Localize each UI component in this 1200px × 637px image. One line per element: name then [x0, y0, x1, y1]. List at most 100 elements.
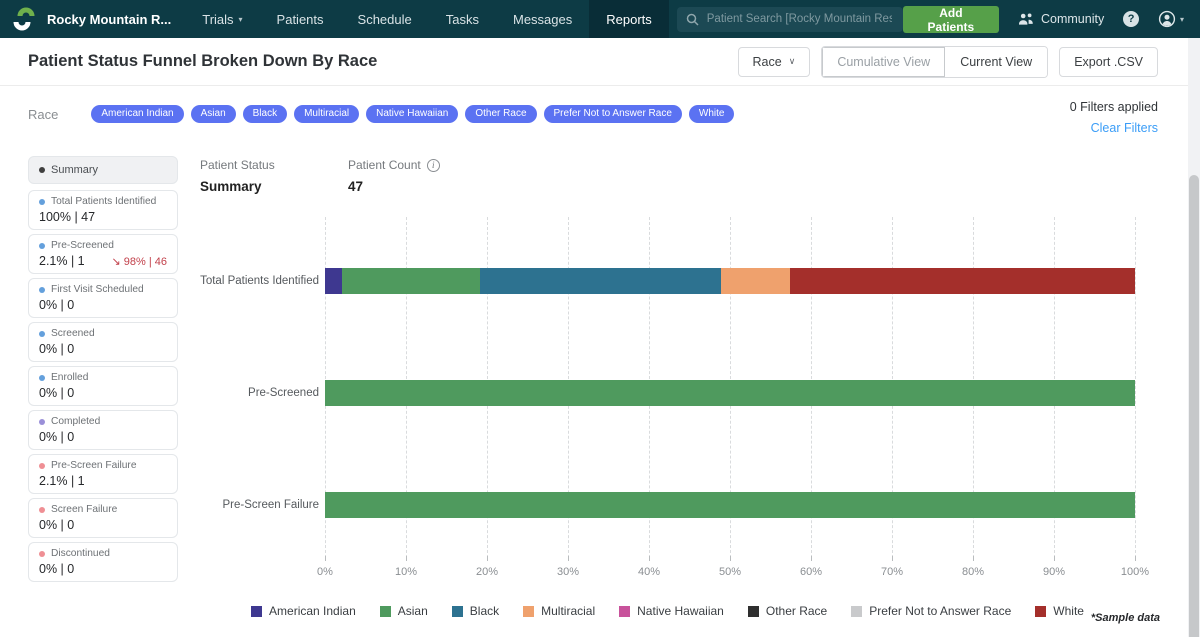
nav-item-label: Schedule — [357, 11, 412, 27]
legend-label: Native Hawaiian — [637, 604, 724, 618]
race-chip-black[interactable]: Black — [242, 105, 288, 123]
legend-swatch-icon — [379, 605, 391, 617]
legend-item-black: Black — [451, 604, 500, 618]
patient-count-value: 47 — [348, 179, 364, 194]
race-chip-prefer-not-to-answer-race[interactable]: Prefer Not to Answer Race — [543, 105, 682, 123]
nav-item-reports[interactable]: Reports — [589, 0, 669, 38]
info-icon[interactable]: i — [426, 158, 440, 172]
axis-tick — [568, 556, 569, 561]
x-tick-label: 50% — [718, 566, 742, 578]
category-label-pre-screened: Pre-Screened — [248, 386, 319, 399]
page-scrollbar[interactable] — [1188, 38, 1200, 637]
x-tick-label: 20% — [475, 566, 499, 578]
nav-item-label: Patients — [276, 11, 324, 27]
nav-item-label: Messages — [512, 11, 573, 27]
help-icon[interactable]: ? — [1123, 11, 1139, 27]
current-view-button[interactable]: Current View — [945, 46, 1048, 77]
bar-segment-black[interactable] — [479, 268, 722, 294]
race-chip-native-hawaiian[interactable]: Native Hawaiian — [366, 105, 459, 123]
bar-segment-asian[interactable] — [325, 492, 1135, 518]
axis-tick — [1054, 556, 1055, 561]
x-tick-label: 0% — [317, 566, 333, 578]
axis-tick — [973, 556, 974, 561]
patient-status-header: Patient Status Summary — [200, 158, 275, 194]
race-filter-row: Race American Indian Asian Black Multiracia… — [28, 105, 735, 123]
x-tick-label: 40% — [637, 566, 661, 578]
bar-segment-american-indian[interactable] — [325, 268, 342, 294]
sample-data-note: *Sample data — [1090, 612, 1160, 624]
nav-item-trials[interactable]: Trials ▾ — [185, 0, 259, 38]
bar-row-pre-screen-failure — [325, 492, 1135, 518]
patient-count-header: Patient Count i 47 — [348, 158, 440, 194]
legend-item-multiracial: Multiracial — [523, 604, 595, 618]
category-label-pre-screen-failure: Pre-Screen Failure — [222, 498, 319, 511]
navbar-right: Add Patients Community ? ▾ — [902, 5, 1200, 34]
race-filter-label: Race — [28, 106, 59, 122]
export-csv-button[interactable]: Export .CSV — [1059, 46, 1158, 77]
clear-filters-link[interactable]: Clear Filters — [1070, 121, 1158, 135]
legend-item-prefer-not-to-answer-race: Prefer Not to Answer Race — [851, 604, 1011, 618]
axis-tick — [487, 556, 488, 561]
race-chip-multiracial[interactable]: Multiracial — [294, 105, 360, 123]
user-menu[interactable]: ▾ — [1158, 10, 1184, 28]
legend-item-native-hawaiian: Native Hawaiian — [619, 604, 724, 618]
legend-swatch-icon — [747, 605, 759, 617]
view-toggle-group: Cumulative View Current View — [821, 45, 1049, 78]
funnel-chart: Patient Status Summary Patient Count i 4… — [0, 152, 1200, 637]
legend-item-white: White — [1035, 604, 1084, 618]
search-icon — [686, 13, 699, 26]
nav-item-patients[interactable]: Patients — [260, 0, 341, 38]
patient-search-box[interactable] — [676, 6, 903, 32]
race-chip-asian[interactable]: Asian — [190, 105, 236, 123]
race-dropdown-label: Race — [752, 54, 782, 69]
axis-tick — [730, 556, 731, 561]
race-dropdown-button[interactable]: Race ∨ — [737, 46, 811, 77]
legend-swatch-icon — [1035, 605, 1047, 617]
add-patients-button[interactable]: Add Patients — [902, 5, 999, 34]
nav-item-schedule[interactable]: Schedule — [341, 0, 429, 38]
bar-row-total-patients-identified — [325, 268, 1135, 294]
bar-segment-asian[interactable] — [325, 380, 1135, 406]
bar-segment-multiracial[interactable] — [721, 268, 790, 294]
x-tick-label: 70% — [880, 566, 904, 578]
legend-item-other-race: Other Race — [747, 604, 827, 618]
nav-item-tasks[interactable]: Tasks — [429, 0, 496, 38]
x-tick-label: 80% — [961, 566, 985, 578]
nav-item-label: Reports — [606, 11, 652, 27]
legend-item-american-indian: American Indian — [251, 604, 356, 618]
chevron-down-icon: ▾ — [1179, 14, 1184, 24]
race-chips: American Indian Asian Black Multiracial Nati… — [91, 105, 735, 123]
community-link[interactable]: Community — [1018, 12, 1104, 26]
legend-label: Black — [469, 604, 500, 618]
race-chip-other-race[interactable]: Other Race — [465, 105, 537, 123]
nav-item-label: Trials — [202, 11, 234, 27]
scrollbar-thumb[interactable] — [1189, 175, 1199, 637]
legend-label: Multiracial — [541, 604, 596, 618]
bar-segment-asian[interactable] — [342, 268, 480, 294]
patient-search-input[interactable] — [704, 12, 894, 26]
legend-swatch-icon — [619, 605, 631, 617]
axis-tick — [1135, 556, 1136, 561]
axis-tick — [892, 556, 893, 561]
x-tick-label: 90% — [1042, 566, 1066, 578]
cumulative-view-button[interactable]: Cumulative View — [822, 46, 946, 77]
axis-tick — [649, 556, 650, 561]
chart-legend: American Indian Asian Black Multiracial Nati… — [200, 604, 1135, 618]
bar-segment-white[interactable] — [789, 268, 1135, 294]
race-chip-american-indian[interactable]: American Indian — [91, 105, 184, 123]
legend-label: American Indian — [269, 604, 356, 618]
plot-area: 0% 10% 20% 30% 40% 50% 60% 70% 80% 90% 100% Total P… — [200, 215, 1149, 578]
nav-item-messages[interactable]: Messages — [496, 0, 589, 38]
race-chip-white[interactable]: White — [688, 105, 735, 123]
site-name[interactable]: Rocky Mountain R... — [47, 12, 171, 27]
x-tick-label: 100% — [1120, 566, 1150, 578]
community-label: Community — [1041, 12, 1105, 26]
community-people-icon — [1018, 12, 1034, 26]
title-actions: Race ∨ Cumulative View Current View Expo… — [737, 45, 1158, 78]
patient-count-label: Patient Count — [348, 158, 421, 172]
filters-applied-text: 0 Filters applied — [1069, 100, 1158, 114]
page-title: Patient Status Funnel Broken Down By Rac… — [28, 52, 378, 70]
legend-swatch-icon — [251, 605, 263, 617]
category-label-total-patients-identified: Total Patients Identified — [200, 274, 319, 287]
app-logo-icon — [11, 6, 37, 32]
